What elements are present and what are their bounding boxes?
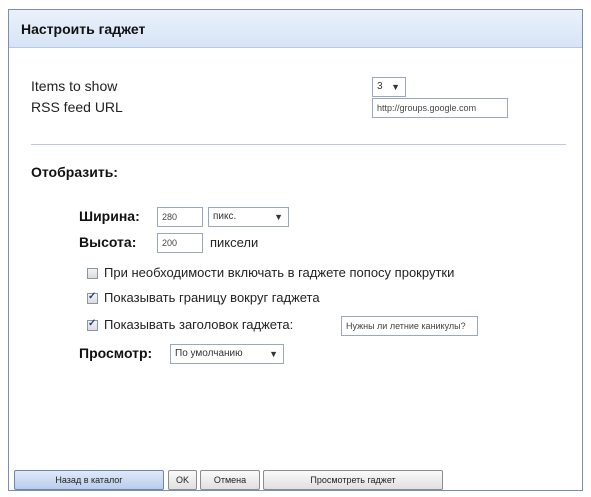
dialog-titlebar: Настроить гаджет [9,10,582,48]
border-checkbox[interactable]: ✓ [87,291,98,304]
dialog-title: Настроить гаджет [21,21,146,37]
rss-feed-url-input[interactable]: http://groups.google.com [372,98,508,118]
checkmark-icon: ✓ [88,318,97,329]
height-unit-label: пиксели [210,235,259,250]
header-checkbox[interactable]: ✓ [87,318,98,331]
border-checkbox-label: Показывать границу вокруг гаджета [104,290,320,305]
chevron-down-icon: ▼ [269,349,278,359]
back-to-catalog-button[interactable]: Назад в каталог [14,470,164,490]
items-to-show-value: 3 [377,81,383,92]
preview-gadget-button[interactable]: Просмотреть гаджет [263,470,443,490]
width-input[interactable]: 280 [157,207,203,227]
cancel-button[interactable]: Отмена [200,470,260,490]
scroll-checkbox-label: При необходимости включать в гаджете поп… [104,265,455,280]
items-to-show-label: Items to show [31,78,118,94]
preview-label: Просмотр: [79,345,153,361]
width-label: Ширина: [79,208,140,224]
items-to-show-select[interactable]: 3 ▼ [372,77,406,97]
gadget-settings-dialog: Настроить гаджет Items to show 3 ▼ RSS f… [8,9,583,491]
gadget-header-input[interactable]: Нужны ли летние каникулы? [341,316,478,336]
width-unit-value: пикс. [213,211,237,222]
width-unit-select[interactable]: пикс. ▼ [208,207,289,227]
preview-select[interactable]: По умолчанию ▼ [170,344,284,364]
section-divider [31,144,566,145]
header-checkbox-label: Показывать заголовок гаджета: [104,317,294,332]
scroll-checkbox[interactable] [87,268,98,279]
height-input[interactable]: 200 [157,233,203,253]
checkmark-icon: ✓ [88,291,97,302]
chevron-down-icon: ▼ [274,212,283,222]
chevron-down-icon: ▼ [391,82,400,92]
height-label: Высота: [79,234,137,250]
ok-button[interactable]: OK [168,470,197,490]
display-section-title: Отобразить: [31,164,118,180]
preview-select-value: По умолчанию [175,348,243,359]
rss-feed-url-label: RSS feed URL [31,99,123,115]
